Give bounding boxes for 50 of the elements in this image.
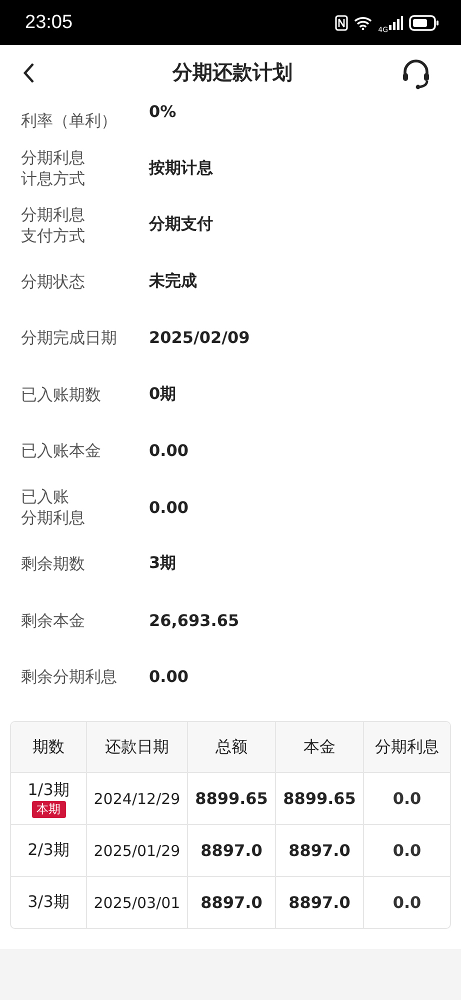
field-value: 3期: [149, 553, 176, 574]
table-cell: 0.0: [363, 773, 450, 824]
field-label: 分期利息 计息方式: [21, 147, 86, 190]
field-label: 分期状态: [21, 270, 86, 292]
field-label: 剩余本金: [21, 610, 86, 631]
field-label: 剩余期数: [21, 553, 86, 574]
nfc-icon: [335, 14, 348, 30]
battery-icon: [409, 14, 439, 30]
field-label: 分期完成日期: [21, 327, 118, 348]
field-value: 0期: [149, 384, 176, 405]
table-cell: 8897.0: [187, 825, 275, 876]
field-label: 已入账 分期利息: [21, 486, 86, 528]
table-cell: 8897.0: [187, 877, 275, 928]
table-cell: 8897.0: [275, 825, 363, 876]
field-value: 2025/02/09: [149, 328, 250, 348]
column-header: 本金: [275, 722, 363, 772]
field-value: 分期支付: [149, 214, 213, 236]
field-label: 剩余分期利息: [21, 666, 118, 688]
field-value: 未完成: [149, 270, 197, 292]
field-label: 已入账期数: [21, 384, 102, 405]
table-cell: 2025/03/01: [86, 877, 187, 928]
table-cell-text: 2/3期: [26, 839, 70, 861]
table-cell: 8899.65: [187, 773, 275, 824]
signal-icon: [389, 16, 403, 30]
back-icon[interactable]: [22, 62, 36, 84]
field-value: 0.00: [149, 441, 188, 460]
table-cell: 2025/01/29: [86, 825, 187, 876]
table-cell: 0.0: [363, 825, 450, 876]
column-header: 总额: [187, 722, 275, 772]
field-value: 按期计息: [149, 158, 213, 179]
column-header: 还款日期: [86, 722, 187, 772]
field-label: 分期利息 支付方式: [21, 204, 86, 246]
table-cell: 1/3期: [28, 780, 70, 800]
field-label: 利率（单利）: [21, 110, 118, 131]
table-cell: 8897.0: [275, 877, 363, 928]
table-cell: 2024/12/29: [86, 773, 187, 824]
page-title: 分期还款计划: [172, 59, 292, 86]
clock-time: 23:05: [25, 12, 73, 34]
table-cell-text: 3/3期: [26, 891, 70, 913]
field-label: 已入账本金: [21, 440, 102, 462]
table-cell: 0.0: [363, 877, 450, 928]
current-period-badge: 本期: [32, 800, 66, 818]
column-header: 分期利息: [363, 722, 450, 772]
field-value: 0.00: [149, 667, 188, 686]
wifi-icon: [354, 16, 372, 30]
field-value: 26,693.65: [149, 610, 240, 630]
field-value: 0.00: [149, 498, 188, 517]
column-header: 期数: [32, 736, 66, 758]
table-cell: 8899.65: [275, 773, 363, 824]
field-value: 0%: [149, 101, 176, 121]
